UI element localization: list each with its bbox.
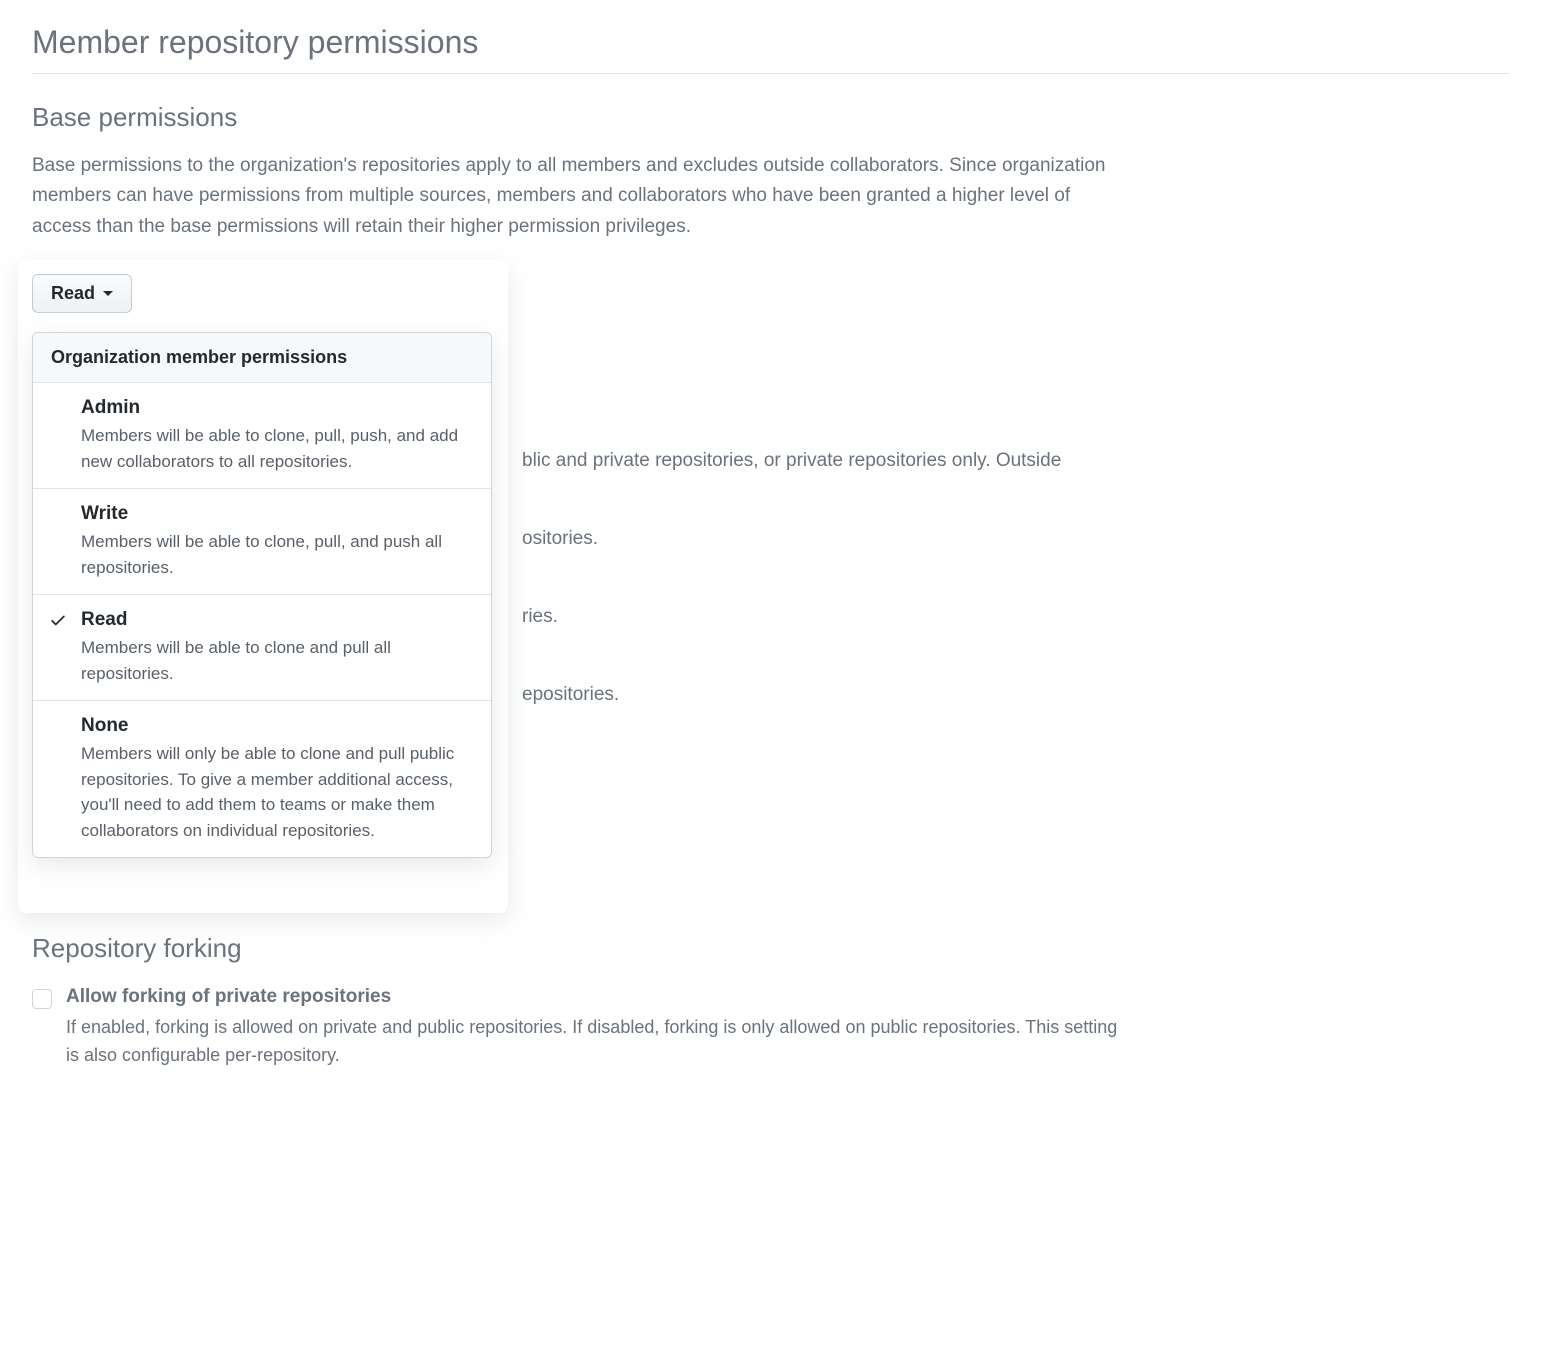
option-description: Members will be able to clone, pull, and… bbox=[81, 529, 473, 580]
option-description: Members will be able to clone and pull a… bbox=[81, 635, 473, 686]
base-permission-dropdown-container: Read Organization member permissions Adm… bbox=[32, 274, 132, 313]
dropdown-option-write[interactable]: Write Members will be able to clone, pul… bbox=[33, 489, 491, 595]
dropdown-popover-wrap: Read Organization member permissions Adm… bbox=[18, 260, 508, 913]
option-title: Read bbox=[81, 609, 473, 631]
dropdown-option-read[interactable]: Read Members will be able to clone and p… bbox=[33, 595, 491, 701]
repository-forking-section: Repository forking Allow forking of priv… bbox=[32, 933, 1509, 1070]
caret-down-icon bbox=[103, 291, 113, 296]
option-title: None bbox=[81, 715, 473, 737]
option-title: Write bbox=[81, 503, 473, 525]
dropdown-header: Organization member permissions bbox=[33, 333, 491, 383]
allow-forking-checkbox[interactable] bbox=[32, 989, 52, 1009]
allow-forking-label: Allow forking of private repositories bbox=[66, 986, 1126, 1008]
option-description: Members will only be able to clone and p… bbox=[81, 741, 473, 843]
permission-dropdown-panel: Organization member permissions Admin Me… bbox=[32, 332, 492, 858]
dropdown-option-admin[interactable]: Admin Members will be able to clone, pul… bbox=[33, 383, 491, 489]
base-permissions-title: Base permissions bbox=[32, 102, 1509, 133]
base-permission-dropdown-button[interactable]: Read bbox=[32, 274, 132, 313]
dropdown-selected-label: Read bbox=[51, 283, 95, 304]
option-title: Admin bbox=[81, 397, 473, 419]
base-permissions-description: Base permissions to the organization's r… bbox=[32, 151, 1132, 242]
check-icon bbox=[49, 611, 67, 629]
page-title: Member repository permissions bbox=[32, 24, 1509, 74]
allow-forking-description: If enabled, forking is allowed on privat… bbox=[66, 1014, 1126, 1070]
forking-checkbox-row: Allow forking of private repositories If… bbox=[32, 986, 1509, 1070]
dropdown-option-none[interactable]: None Members will only be able to clone … bbox=[33, 701, 491, 857]
option-description: Members will be able to clone, pull, pus… bbox=[81, 423, 473, 474]
repository-forking-title: Repository forking bbox=[32, 933, 1509, 964]
